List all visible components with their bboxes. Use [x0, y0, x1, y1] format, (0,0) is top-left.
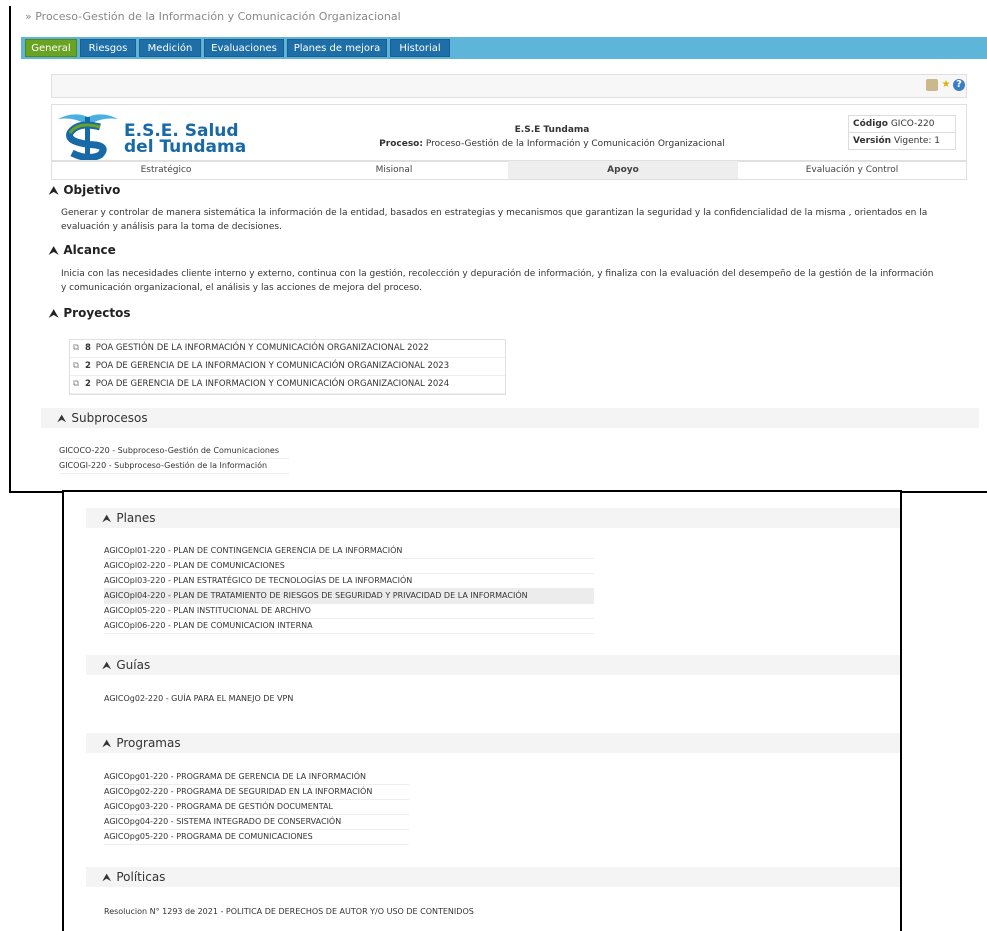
process-label: Proceso:	[379, 139, 423, 149]
list-item[interactable]: Resolucion N° 1293 de 2021 - POLITICA DE…	[104, 905, 584, 919]
version-value: Vigente: 1	[893, 136, 941, 146]
planes-header[interactable]: ⮝ Planes	[86, 508, 900, 528]
tab-general[interactable]: General	[25, 39, 77, 57]
proyecto-row[interactable]: ⧉ 2 POA DE GERENCIA DE LA INFORMACION Y C…	[70, 376, 505, 394]
proyectos-table: ⧉ 8 POA GESTIÓN DE LA INFORMACIÓN Y COMUN…	[69, 339, 506, 395]
help-icon[interactable]: ?	[953, 79, 965, 91]
documents-panel: ⮝ Planes AGICOpl01-220 - PLAN DE CONTINGE…	[62, 490, 902, 931]
objetivo-title[interactable]: ⮝ Objetivo	[49, 183, 120, 198]
proyecto-row[interactable]: ⧉ 2 POA DE GERENCIA DE LA INFORMACION Y C…	[70, 358, 505, 376]
version-label: Versión	[853, 136, 892, 146]
tab-medicion[interactable]: Medición	[139, 39, 201, 57]
process-value: Proceso-Gestión de la Información y Comu…	[425, 139, 725, 149]
tab-planes-de-mejora[interactable]: Planes de mejora	[287, 39, 387, 57]
politicas-list: Resolucion N° 1293 de 2021 - POLITICA DE…	[104, 905, 584, 919]
list-item[interactable]: AGICOpl02-220 - PLAN DE COMUNICACIONES	[104, 559, 594, 574]
logo-text: E.S.E. Salud del Tundama	[124, 123, 247, 157]
project-name: POA DE GERENCIA DE LA INFORMACION Y COMU…	[95, 379, 450, 389]
map-apoyo[interactable]: Apoyo	[508, 161, 738, 179]
collapse-icon: ⮝	[102, 737, 112, 750]
alcance-title[interactable]: ⮝ Alcance	[49, 243, 116, 258]
list-item[interactable]: GICOGI-220 - Subproceso-Gestión de la In…	[59, 459, 289, 474]
list-item[interactable]: AGICOpg04-220 - SISTEMA INTEGRADO DE CON…	[104, 815, 409, 830]
code-value: GICO-220	[890, 119, 935, 129]
process-header: E.S.E. Salud del Tundama E.S.E Tundama P…	[51, 104, 967, 162]
collapse-icon: ⮝	[102, 871, 112, 884]
politicas-header[interactable]: ⮝ Políticas	[86, 867, 900, 887]
list-item[interactable]: AGICOg02-220 - GUÍA PARA EL MANEJO DE VP…	[104, 692, 404, 706]
list-item[interactable]: AGICOpl05-220 - PLAN INSTITUCIONAL DE AR…	[104, 604, 594, 619]
alcance-text: Inicia con las necesidades cliente inter…	[61, 269, 934, 293]
list-item[interactable]: AGICOpg03-220 - PROGRAMA DE GESTIÓN DOCU…	[104, 800, 409, 815]
project-count: 2	[85, 379, 91, 389]
collapse-icon: ⮝	[49, 244, 59, 257]
project-icon: ⧉	[73, 343, 80, 353]
collapse-icon: ⮝	[49, 307, 59, 320]
subprocesos-header[interactable]: ⮝ Subprocesos	[41, 408, 979, 428]
list-item[interactable]: AGICOpl03-220 - PLAN ESTRATÉGICO DE TECN…	[104, 574, 594, 589]
list-item[interactable]: AGICOpg02-220 - PROGRAMA DE SEGURIDAD EN…	[104, 785, 409, 800]
process-map-bar: Estratégico Misional Apoyo Evaluación y …	[51, 160, 967, 180]
collapse-icon: ⮝	[49, 184, 59, 197]
project-icon: ⧉	[73, 361, 80, 371]
caduceus-logo-icon	[58, 114, 118, 162]
collapse-icon: ⮝	[57, 412, 67, 425]
company-info: E.S.E Tundama Proceso: Proceso-Gestión d…	[322, 125, 782, 149]
planes-list: AGICOpl01-220 - PLAN DE CONTINGENCIA GER…	[104, 544, 594, 634]
proyectos-title[interactable]: ⮝ Proyectos	[49, 306, 131, 321]
guias-header[interactable]: ⮝ Guías	[86, 655, 900, 675]
company-name: E.S.E Tundama	[514, 125, 590, 135]
project-icon: ⧉	[73, 379, 80, 389]
map-estrategico[interactable]: Estratégico	[52, 161, 280, 179]
map-misional[interactable]: Misional	[280, 161, 508, 179]
code-box: Código GICO-220 Versión Vigente: 1	[848, 115, 956, 150]
toolbar: ★ ?	[51, 74, 967, 98]
breadcrumb: » Proceso-Gestión de la Información y Co…	[25, 10, 401, 23]
list-item[interactable]: AGICOpg01-220 - PROGRAMA DE GERENCIA DE …	[104, 770, 409, 785]
list-item[interactable]: AGICOpl01-220 - PLAN DE CONTINGENCIA GER…	[104, 544, 594, 559]
logo-line-2: del Tundama	[124, 137, 247, 157]
programas-header[interactable]: ⮝ Programas	[86, 733, 900, 753]
tabs-bar: General Riesgos Medición Evaluaciones Pl…	[21, 37, 987, 59]
project-name: POA GESTIÓN DE LA INFORMACIÓN Y COMUNICA…	[95, 343, 429, 353]
tab-historial[interactable]: Historial	[390, 39, 450, 57]
map-evaluacion-control[interactable]: Evaluación y Control	[738, 161, 966, 179]
tab-riesgos[interactable]: Riesgos	[80, 39, 136, 57]
programas-list: AGICOpg01-220 - PROGRAMA DE GERENCIA DE …	[104, 770, 409, 845]
project-count: 8	[85, 343, 91, 353]
list-item[interactable]: AGICOpl06-220 - PLAN DE COMUNICACION INT…	[104, 619, 594, 634]
project-name: POA DE GERENCIA DE LA INFORMACION Y COMU…	[95, 361, 450, 371]
star-icon[interactable]: ★	[940, 79, 952, 91]
edit-icon[interactable]	[926, 79, 938, 91]
objetivo-text: Generar y controlar de manera sistemátic…	[61, 208, 928, 232]
list-item[interactable]: GICOCO-220 - Subproceso-Gestión de Comun…	[59, 444, 289, 459]
collapse-icon: ⮝	[102, 512, 112, 525]
code-label: Código	[853, 119, 888, 129]
guias-list: AGICOg02-220 - GUÍA PARA EL MANEJO DE VP…	[104, 692, 404, 706]
collapse-icon: ⮝	[102, 659, 112, 672]
list-item[interactable]: AGICOpl04-220 - PLAN DE TRATAMIENTO DE R…	[104, 589, 594, 604]
general-panel: » Proceso-Gestión de la Información y Co…	[9, 6, 987, 493]
proyecto-row[interactable]: ⧉ 8 POA GESTIÓN DE LA INFORMACIÓN Y COMUN…	[70, 340, 505, 358]
tab-evaluaciones[interactable]: Evaluaciones	[204, 39, 284, 57]
project-count: 2	[85, 361, 91, 371]
subprocesos-list: GICOCO-220 - Subproceso-Gestión de Comun…	[59, 444, 289, 474]
logo: E.S.E. Salud del Tundama	[52, 105, 267, 162]
list-item[interactable]: AGICOpg05-220 - PROGRAMA DE COMUNICACION…	[104, 830, 409, 845]
